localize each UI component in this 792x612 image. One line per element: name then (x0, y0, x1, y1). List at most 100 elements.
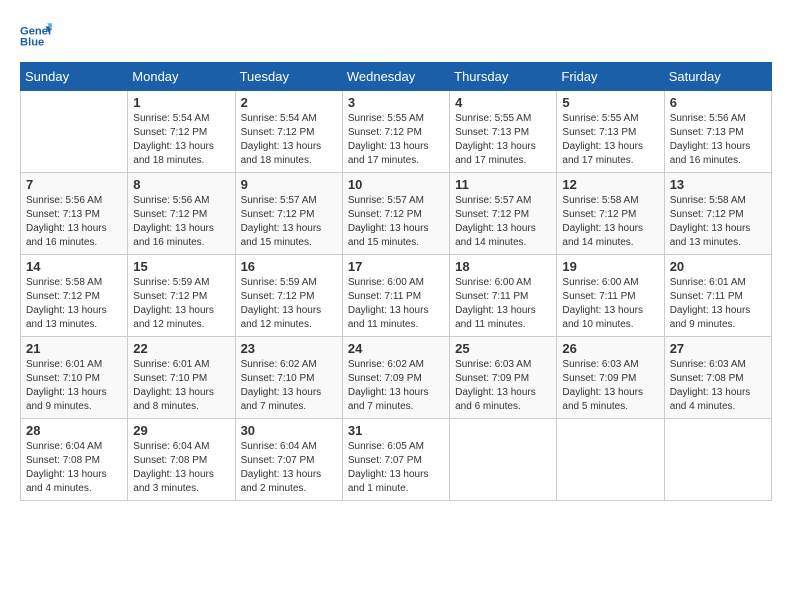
calendar-cell: 14 Sunrise: 5:58 AM Sunset: 7:12 PM Dayli… (21, 255, 128, 337)
day-number: 8 (133, 177, 229, 192)
calendar-week-4: 21Sunrise: 6:01 AM Sunset: 7:10 PM Dayli… (21, 337, 772, 419)
day-number: 9 (241, 177, 337, 192)
day-number: 29 (133, 423, 229, 438)
day-number: 16 (241, 259, 337, 274)
day-info: Sunrise: 5:54 AM Sunset: 7:12 PM Dayligh… (133, 112, 229, 168)
day-info: Sunrise: 5:56 AM Sunset: 7:12 PM Dayligh… (133, 194, 229, 250)
col-header-monday: Monday (128, 63, 235, 91)
day-number: 14 (26, 259, 122, 274)
calendar-cell: 19Sunrise: 6:00 AM Sunset: 7:11 PM Dayli… (557, 255, 664, 337)
calendar-week-3: 14 Sunrise: 5:58 AM Sunset: 7:12 PM Dayli… (21, 255, 772, 337)
calendar-week-2: 7 Sunrise: 5:56 AM Sunset: 7:13 PM Daylig… (21, 173, 772, 255)
day-info: Sunrise: 5:57 AM Sunset: 7:12 PM Dayligh… (348, 194, 444, 250)
calendar-cell: 10 Sunrise: 5:57 AM Sunset: 7:12 PM Dayli… (342, 173, 449, 255)
calendar-cell (664, 419, 771, 501)
calendar-cell: 23 Sunrise: 6:02 AM Sunset: 7:10 PM Dayli… (235, 337, 342, 419)
calendar-cell: 12 Sunrise: 5:58 AM Sunset: 7:12 PM Dayli… (557, 173, 664, 255)
calendar-cell: 4Sunrise: 5:55 AM Sunset: 7:13 PM Daylig… (450, 91, 557, 173)
day-info: Sunrise: 5:59 AM Sunset: 7:12 PM Dayligh… (133, 276, 229, 332)
calendar-cell: 8 Sunrise: 5:56 AM Sunset: 7:12 PM Daylig… (128, 173, 235, 255)
calendar-week-1: 1 Sunrise: 5:54 AM Sunset: 7:12 PM Daylig… (21, 91, 772, 173)
day-number: 24 (348, 341, 444, 356)
day-number: 26 (562, 341, 658, 356)
day-number: 1 (133, 95, 229, 110)
day-info: Sunrise: 6:01 AM Sunset: 7:10 PM Dayligh… (133, 358, 229, 414)
day-info: Sunrise: 5:55 AM Sunset: 7:13 PM Dayligh… (562, 112, 658, 168)
day-info: Sunrise: 5:55 AM Sunset: 7:13 PM Dayligh… (455, 112, 551, 168)
calendar-header-row: SundayMondayTuesdayWednesdayThursdayFrid… (21, 63, 772, 91)
day-number: 11 (455, 177, 551, 192)
calendar-cell: 21Sunrise: 6:01 AM Sunset: 7:10 PM Dayli… (21, 337, 128, 419)
calendar-cell (450, 419, 557, 501)
day-number: 6 (670, 95, 766, 110)
calendar-cell: 26 Sunrise: 6:03 AM Sunset: 7:09 PM Dayli… (557, 337, 664, 419)
day-info: Sunrise: 5:55 AM Sunset: 7:12 PM Dayligh… (348, 112, 444, 168)
calendar-cell: 11Sunrise: 5:57 AM Sunset: 7:12 PM Dayli… (450, 173, 557, 255)
day-info: Sunrise: 5:56 AM Sunset: 7:13 PM Dayligh… (26, 194, 122, 250)
day-info: Sunrise: 6:05 AM Sunset: 7:07 PM Dayligh… (348, 440, 444, 496)
day-number: 12 (562, 177, 658, 192)
day-info: Sunrise: 6:04 AM Sunset: 7:07 PM Dayligh… (241, 440, 337, 496)
day-number: 13 (670, 177, 766, 192)
calendar-cell: 7 Sunrise: 5:56 AM Sunset: 7:13 PM Daylig… (21, 173, 128, 255)
day-info: Sunrise: 6:02 AM Sunset: 7:10 PM Dayligh… (241, 358, 337, 414)
day-info: Sunrise: 5:58 AM Sunset: 7:12 PM Dayligh… (562, 194, 658, 250)
day-number: 22 (133, 341, 229, 356)
day-info: Sunrise: 6:00 AM Sunset: 7:11 PM Dayligh… (455, 276, 551, 332)
day-info: Sunrise: 6:00 AM Sunset: 7:11 PM Dayligh… (348, 276, 444, 332)
calendar-cell: 25Sunrise: 6:03 AM Sunset: 7:09 PM Dayli… (450, 337, 557, 419)
day-number: 10 (348, 177, 444, 192)
day-info: Sunrise: 6:03 AM Sunset: 7:08 PM Dayligh… (670, 358, 766, 414)
day-info: Sunrise: 6:01 AM Sunset: 7:11 PM Dayligh… (670, 276, 766, 332)
calendar-cell: 13 Sunrise: 5:58 AM Sunset: 7:12 PM Dayli… (664, 173, 771, 255)
day-number: 23 (241, 341, 337, 356)
calendar-cell: 6 Sunrise: 5:56 AM Sunset: 7:13 PM Daylig… (664, 91, 771, 173)
calendar-cell: 1 Sunrise: 5:54 AM Sunset: 7:12 PM Daylig… (128, 91, 235, 173)
calendar-week-5: 28 Sunrise: 6:04 AM Sunset: 7:08 PM Dayli… (21, 419, 772, 501)
calendar-cell: 16 Sunrise: 5:59 AM Sunset: 7:12 PM Dayli… (235, 255, 342, 337)
day-number: 2 (241, 95, 337, 110)
day-number: 7 (26, 177, 122, 192)
calendar-cell: 3 Sunrise: 5:55 AM Sunset: 7:12 PM Daylig… (342, 91, 449, 173)
day-info: Sunrise: 6:04 AM Sunset: 7:08 PM Dayligh… (26, 440, 122, 496)
day-info: Sunrise: 5:58 AM Sunset: 7:12 PM Dayligh… (26, 276, 122, 332)
day-info: Sunrise: 6:03 AM Sunset: 7:09 PM Dayligh… (562, 358, 658, 414)
calendar-cell: 31 Sunrise: 6:05 AM Sunset: 7:07 PM Dayli… (342, 419, 449, 501)
calendar-cell: 28 Sunrise: 6:04 AM Sunset: 7:08 PM Dayli… (21, 419, 128, 501)
day-number: 30 (241, 423, 337, 438)
col-header-sunday: Sunday (21, 63, 128, 91)
day-number: 31 (348, 423, 444, 438)
day-number: 28 (26, 423, 122, 438)
col-header-thursday: Thursday (450, 63, 557, 91)
svg-text:Blue: Blue (20, 37, 44, 49)
day-info: Sunrise: 6:02 AM Sunset: 7:09 PM Dayligh… (348, 358, 444, 414)
calendar-table: SundayMondayTuesdayWednesdayThursdayFrid… (20, 62, 772, 501)
day-number: 20 (670, 259, 766, 274)
col-header-wednesday: Wednesday (342, 63, 449, 91)
calendar-cell: 9 Sunrise: 5:57 AM Sunset: 7:12 PM Daylig… (235, 173, 342, 255)
page-header: General Blue (20, 20, 772, 52)
day-info: Sunrise: 6:04 AM Sunset: 7:08 PM Dayligh… (133, 440, 229, 496)
day-number: 5 (562, 95, 658, 110)
day-info: Sunrise: 5:56 AM Sunset: 7:13 PM Dayligh… (670, 112, 766, 168)
day-number: 15 (133, 259, 229, 274)
calendar-cell: 22 Sunrise: 6:01 AM Sunset: 7:10 PM Dayli… (128, 337, 235, 419)
day-info: Sunrise: 5:57 AM Sunset: 7:12 PM Dayligh… (241, 194, 337, 250)
calendar-cell (21, 91, 128, 173)
calendar-cell: 27Sunrise: 6:03 AM Sunset: 7:08 PM Dayli… (664, 337, 771, 419)
calendar-cell: 29 Sunrise: 6:04 AM Sunset: 7:08 PM Dayli… (128, 419, 235, 501)
col-header-saturday: Saturday (664, 63, 771, 91)
calendar-cell: 17 Sunrise: 6:00 AM Sunset: 7:11 PM Dayli… (342, 255, 449, 337)
day-info: Sunrise: 5:59 AM Sunset: 7:12 PM Dayligh… (241, 276, 337, 332)
day-info: Sunrise: 6:01 AM Sunset: 7:10 PM Dayligh… (26, 358, 122, 414)
calendar-cell: 15 Sunrise: 5:59 AM Sunset: 7:12 PM Dayli… (128, 255, 235, 337)
logo-icon: General Blue (20, 20, 52, 52)
day-number: 18 (455, 259, 551, 274)
calendar-cell: 20 Sunrise: 6:01 AM Sunset: 7:11 PM Dayli… (664, 255, 771, 337)
day-info: Sunrise: 5:58 AM Sunset: 7:12 PM Dayligh… (670, 194, 766, 250)
day-number: 3 (348, 95, 444, 110)
day-number: 17 (348, 259, 444, 274)
calendar-cell (557, 419, 664, 501)
day-info: Sunrise: 5:54 AM Sunset: 7:12 PM Dayligh… (241, 112, 337, 168)
day-number: 19 (562, 259, 658, 274)
